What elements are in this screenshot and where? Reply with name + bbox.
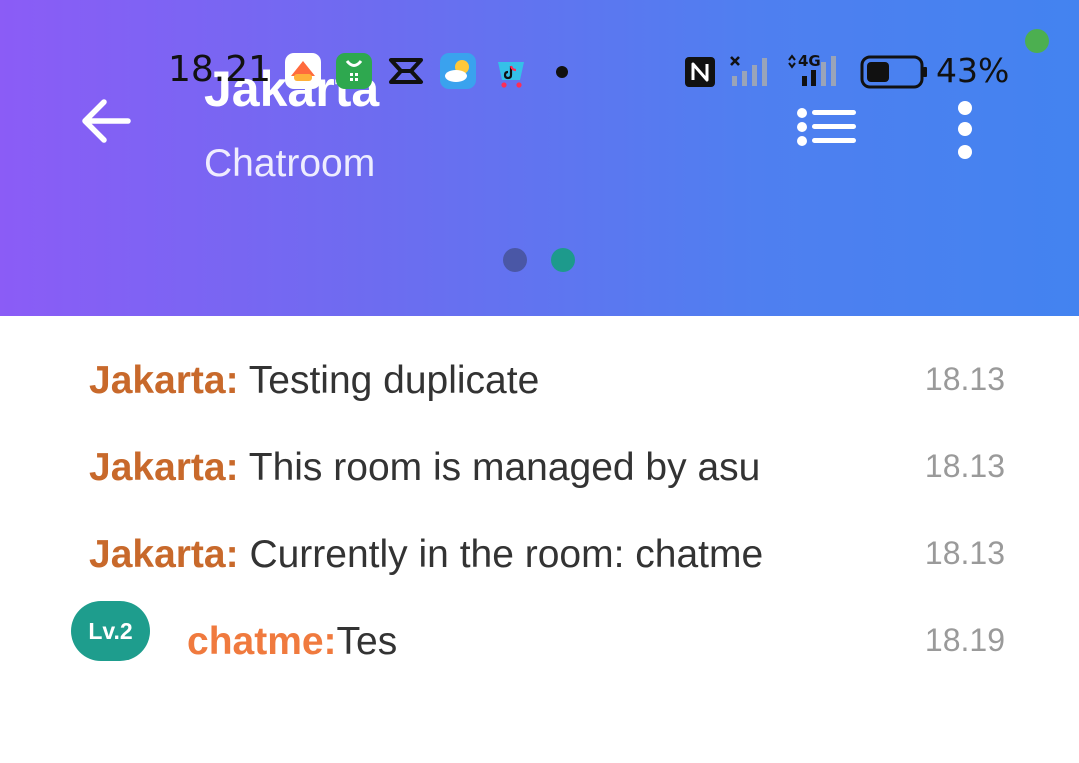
message-body: Testing duplicate (248, 359, 540, 402)
signal-no-service-icon (730, 56, 767, 86)
page-indicator-dot-1[interactable] (503, 248, 527, 272)
level-badge[interactable]: Lv.2 (71, 601, 150, 661)
network-type-label: 4G (798, 52, 821, 70)
message-body: Tes (336, 620, 398, 663)
member-list-button[interactable] (792, 106, 862, 158)
more-options-button[interactable] (946, 100, 984, 166)
page-indicator-dot-2[interactable] (551, 248, 575, 272)
user-message-row: Lv.2 chatme:Tes 18.19 (0, 601, 1079, 682)
message-row: Jakarta: Testing duplicate 18.13 (0, 361, 1079, 421)
capcut-icon (389, 58, 423, 84)
weather-icon (440, 53, 476, 89)
status-time: 18.21 (168, 49, 272, 90)
message-row: Jakarta: This room is managed by asu 18.… (0, 448, 1079, 508)
shopping-bag-icon (336, 53, 372, 89)
battery-percent: 43% (936, 51, 1010, 90)
room-subtitle: Chatroom (204, 142, 376, 185)
message-text: Jakarta: Testing duplicate (89, 361, 539, 400)
message-sender[interactable]: Jakarta: (89, 359, 239, 402)
message-body: This room is managed by asu (248, 446, 761, 489)
message-time: 18.19 (924, 622, 1005, 658)
tiktok-shop-icon (498, 62, 524, 88)
chatroom-header: Jakarta Chatroom 18.21 4G 43% (0, 0, 1079, 316)
message-sender[interactable]: Jakarta: (89, 533, 239, 576)
more-vertical-icon (958, 101, 972, 159)
message-sender[interactable]: chatme: (187, 620, 337, 663)
nfc-icon (685, 57, 715, 87)
message-sender[interactable]: Jakarta: (89, 446, 239, 489)
game-app-icon (285, 53, 321, 89)
message-time: 18.13 (924, 535, 1005, 571)
signal-4g-icon: 4G (788, 52, 836, 86)
arrow-left-icon (82, 99, 131, 143)
privacy-indicator-dot (1025, 29, 1049, 53)
message-text: Jakarta: Currently in the room: chatme (89, 535, 763, 574)
message-time: 18.13 (924, 448, 1005, 484)
back-button[interactable] (76, 90, 138, 152)
message-body: Currently in the room: chatme (249, 533, 764, 576)
message-time: 18.13 (924, 361, 1005, 397)
message-text: chatme:Tes (187, 622, 397, 661)
notification-dot-icon (556, 66, 568, 78)
message-text: Jakarta: This room is managed by asu (89, 448, 760, 487)
message-row: Jakarta: Currently in the room: chatme 1… (0, 535, 1079, 595)
battery-fill (867, 62, 889, 82)
battery-icon (860, 55, 927, 89)
list-icon (797, 108, 856, 146)
